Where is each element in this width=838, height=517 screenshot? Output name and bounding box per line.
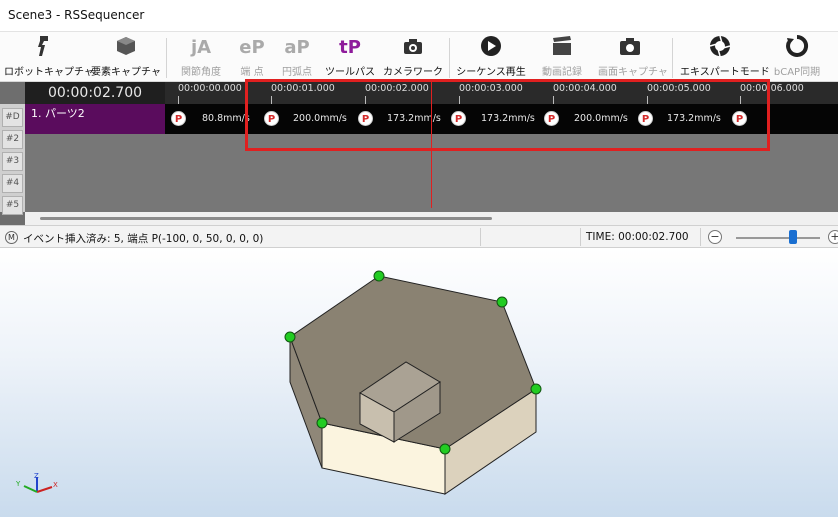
zoom-slider-thumb[interactable]	[789, 230, 797, 244]
robot-capture-icon	[4, 34, 82, 62]
zoom-slider-track[interactable]	[736, 237, 820, 239]
end-point-label: 端 点	[240, 67, 264, 78]
status-time: TIME: 00:00:02.700	[586, 231, 689, 243]
row-header-4[interactable]: #4	[2, 174, 23, 193]
robot-capture-label: ロボットキャプチャ	[4, 67, 94, 78]
video-record-label: 動画記録	[542, 67, 582, 78]
scrollbar-thumb[interactable]	[40, 217, 492, 220]
row-header-d[interactable]: #D	[2, 108, 23, 127]
row-header-3[interactable]: #3	[2, 152, 23, 171]
scene-canvas: Z X Y	[15, 270, 542, 495]
zoom-in-button[interactable]: +	[828, 230, 838, 244]
status-bar: M イベント挿入済み: 5, 端点 P(-100, 0, 50, 0, 0, 0…	[0, 225, 838, 248]
vertex-point	[316, 417, 328, 429]
tool-path-icon: tP	[339, 37, 361, 58]
play-sequence-button[interactable]: シーケンス再生	[456, 34, 526, 80]
camera-work-button[interactable]: カメラワーク	[382, 34, 444, 80]
camera-work-icon	[382, 34, 444, 62]
joint-angle-button[interactable]: jA 関節角度	[174, 34, 228, 80]
video-record-icon	[536, 34, 588, 62]
window-title: Scene3 - RSSequencer	[8, 8, 145, 22]
status-message: イベント挿入済み: 5, 端点 P(-100, 0, 50, 0, 0, 0)	[23, 233, 264, 245]
screen-capture-icon	[598, 34, 662, 62]
vertex-point	[530, 383, 542, 395]
bcap-sync-button[interactable]: bCAP同期	[770, 34, 824, 80]
axis-y-label: Y	[15, 480, 21, 488]
screen-capture-label: 画面キャプチャ	[598, 67, 668, 78]
toolbar: ロボットキャプチャ 要素キャプチャ jA 関節角度 eP 端 点 aP 円弧点 …	[0, 32, 838, 82]
current-time-display: 00:00:02.700	[25, 82, 165, 104]
element-capture-button[interactable]: 要素キャプチャ	[90, 34, 162, 80]
bcap-sync-label: bCAP同期	[773, 67, 821, 78]
robot-capture-button[interactable]: ロボットキャプチャ	[4, 34, 94, 80]
screen-capture-button[interactable]: 画面キャプチャ	[598, 34, 668, 80]
row-header-2[interactable]: #2	[2, 130, 23, 149]
vertex-point	[439, 443, 451, 455]
axis-x-label: X	[53, 481, 58, 489]
mode-icon: M	[5, 231, 18, 244]
vertex-point	[373, 270, 385, 282]
video-record-button[interactable]: 動画記録	[536, 34, 588, 80]
camera-work-label: カメラワーク	[383, 67, 443, 78]
3d-viewport[interactable]: Z X Y	[0, 248, 838, 517]
horizontal-scrollbar[interactable]	[25, 212, 838, 225]
joint-angle-icon: jA	[190, 37, 212, 58]
ruler-label-0: 00:00:00.000	[178, 83, 242, 94]
vertex-point	[496, 296, 508, 308]
axis-gizmo: Z X Y	[15, 472, 58, 493]
expert-mode-icon	[680, 34, 760, 62]
expert-mode-label: エキスパートモード	[680, 67, 770, 78]
joint-angle-label: 関節角度	[181, 67, 221, 78]
bcap-sync-icon	[770, 34, 824, 62]
vertex-point	[284, 331, 296, 343]
row-header-5[interactable]: #5	[2, 196, 23, 215]
highlight-box	[245, 79, 770, 151]
play-sequence-icon	[456, 34, 526, 62]
tool-path-button[interactable]: tP ツールパス	[324, 34, 376, 80]
element-capture-label: 要素キャプチャ	[91, 67, 161, 78]
zoom-out-button[interactable]: −	[708, 230, 722, 244]
end-point-button[interactable]: eP 端 点	[232, 34, 272, 80]
end-point-icon: eP	[239, 37, 265, 58]
segment-speed: 80.8mm/s	[202, 113, 250, 124]
row-headers: #D #2 #3 #4 #5	[0, 104, 25, 215]
arc-point-button[interactable]: aP 円弧点	[276, 34, 318, 80]
arc-point-icon: aP	[284, 37, 310, 58]
arc-point-label: 円弧点	[282, 67, 312, 78]
play-sequence-label: シーケンス再生	[456, 67, 526, 78]
element-capture-icon	[90, 34, 162, 62]
tool-path-label: ツールパス	[325, 67, 375, 78]
point-marker[interactable]: P	[171, 111, 186, 126]
expert-mode-button[interactable]: エキスパートモード	[680, 34, 770, 80]
axis-z-label: Z	[34, 472, 39, 480]
track-label[interactable]: 1. パーツ2	[25, 104, 165, 134]
title-bar: Scene3 - RSSequencer	[0, 0, 838, 32]
